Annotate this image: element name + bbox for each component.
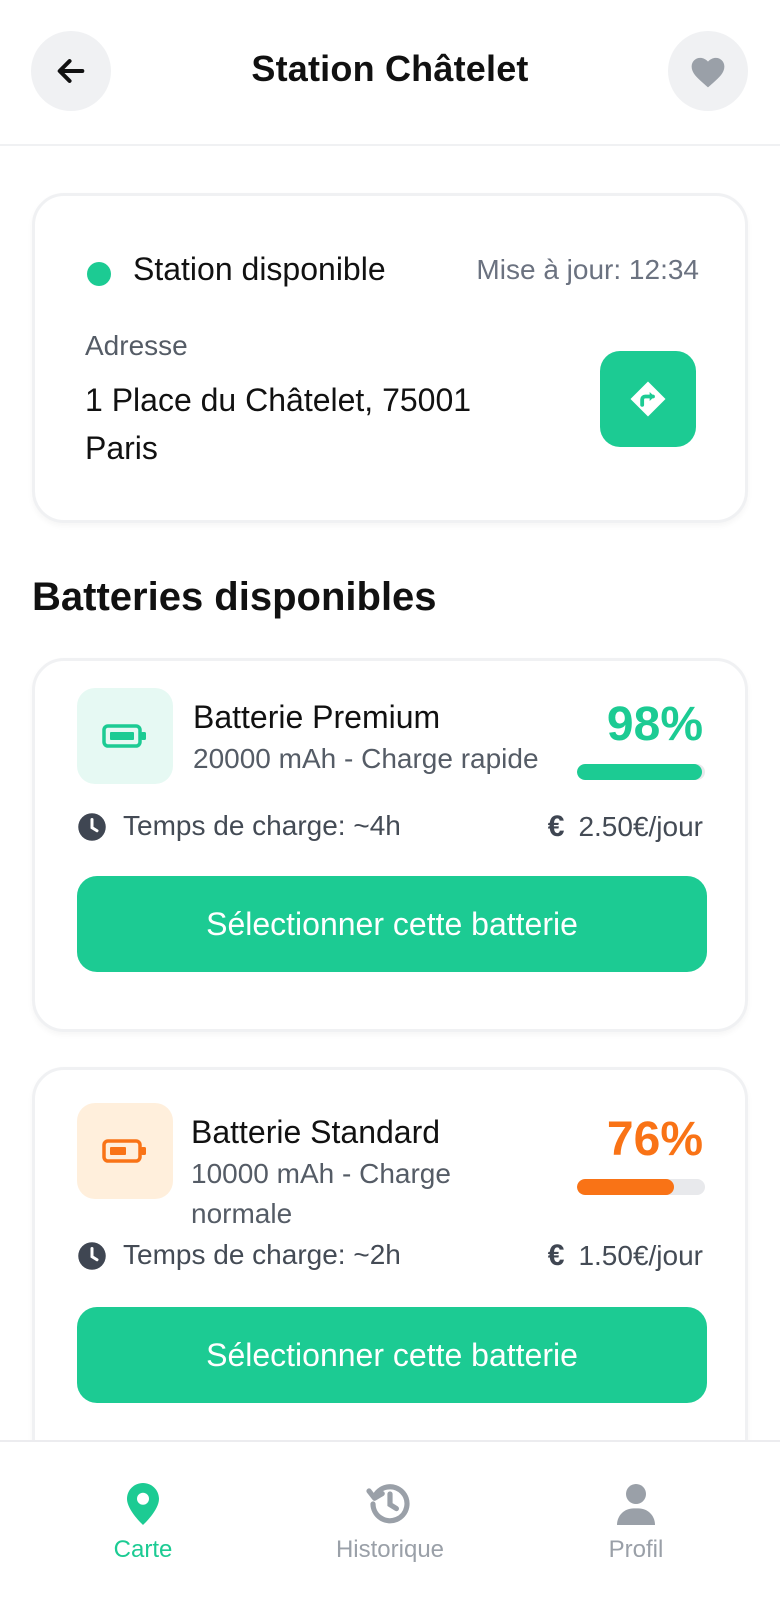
price-value: 1.50€/jour <box>578 1240 703 1271</box>
battery-card-standard: Batterie Standard 10000 mAh - Charge nor… <box>32 1067 748 1487</box>
status-indicator-dot <box>87 262 111 286</box>
battery-charge-percent: 76% <box>606 1113 703 1166</box>
page-title: Station Châtelet <box>251 48 529 89</box>
battery-medium-icon <box>102 1139 146 1163</box>
heart-icon <box>691 57 725 88</box>
favorite-button[interactable] <box>668 31 748 111</box>
price-value: 2.50€/jour <box>578 811 703 842</box>
battery-icon-box <box>77 1103 173 1199</box>
select-battery-button[interactable]: Sélectionner cette batterie <box>77 1307 707 1403</box>
battery-name: Batterie Premium <box>193 699 441 735</box>
charge-time: Temps de charge: ~4h <box>123 810 401 841</box>
directions-icon <box>630 381 666 417</box>
station-info-card: Station disponible Mise à jour: 12:34 Ad… <box>32 193 748 523</box>
address-line-2: Paris <box>85 430 158 466</box>
charge-time: Temps de charge: ~2h <box>123 1239 401 1270</box>
price-info: € 2.50€/jour <box>548 810 703 844</box>
battery-level-fill <box>577 764 703 780</box>
nav-item-profil[interactable]: Profil <box>536 1480 736 1564</box>
battery-icon-box <box>77 688 173 784</box>
section-title: Batteries disponibles <box>32 575 437 619</box>
clock-icon <box>78 813 106 841</box>
battery-level-bar <box>577 764 705 780</box>
station-status: Station disponible <box>133 251 386 287</box>
battery-name: Batterie Standard <box>191 1114 441 1150</box>
directions-button[interactable] <box>600 351 696 447</box>
select-battery-button[interactable]: Sélectionner cette batterie <box>77 876 707 972</box>
address-label: Adresse <box>85 330 188 361</box>
battery-full-icon <box>102 724 146 748</box>
battery-spec: 20000 mAh - Charge rapide <box>193 743 539 774</box>
nav-label-carte: Carte <box>113 1536 173 1563</box>
battery-spec: 10000 mAh - Charge normale <box>191 1154 451 1234</box>
nav-item-historique[interactable]: Historique <box>290 1480 490 1564</box>
battery-level-fill <box>577 1179 675 1195</box>
nav-label-historique: Historique <box>335 1536 445 1563</box>
battery-spec-line-1: 10000 mAh - Charge <box>191 1158 451 1189</box>
euro-icon: € <box>547 810 565 843</box>
nav-label-profil: Profil <box>608 1536 664 1563</box>
battery-charge-percent: 98% <box>606 698 703 751</box>
battery-card-premium: Batterie Premium 20000 mAh - Charge rapi… <box>32 658 748 1032</box>
address-line-1: 1 Place du Châtelet, 75001 <box>85 382 472 418</box>
user-icon <box>617 1484 655 1525</box>
map-pin-icon <box>127 1483 159 1525</box>
battery-spec-line-2: normale <box>191 1198 293 1229</box>
clock-icon <box>78 1242 106 1270</box>
last-update-time: Mise à jour: 12:34 <box>476 254 699 285</box>
app-header: Station Châtelet <box>0 0 780 146</box>
history-icon <box>366 1484 410 1524</box>
nav-item-carte[interactable]: Carte <box>43 1480 243 1564</box>
battery-level-bar <box>577 1179 705 1195</box>
bottom-navigation: Carte Historique Profil <box>0 1440 780 1600</box>
euro-icon: € <box>547 1239 565 1272</box>
address-value: 1 Place du Châtelet, 75001 Paris <box>85 376 525 472</box>
price-info: € 1.50€/jour <box>548 1239 703 1273</box>
